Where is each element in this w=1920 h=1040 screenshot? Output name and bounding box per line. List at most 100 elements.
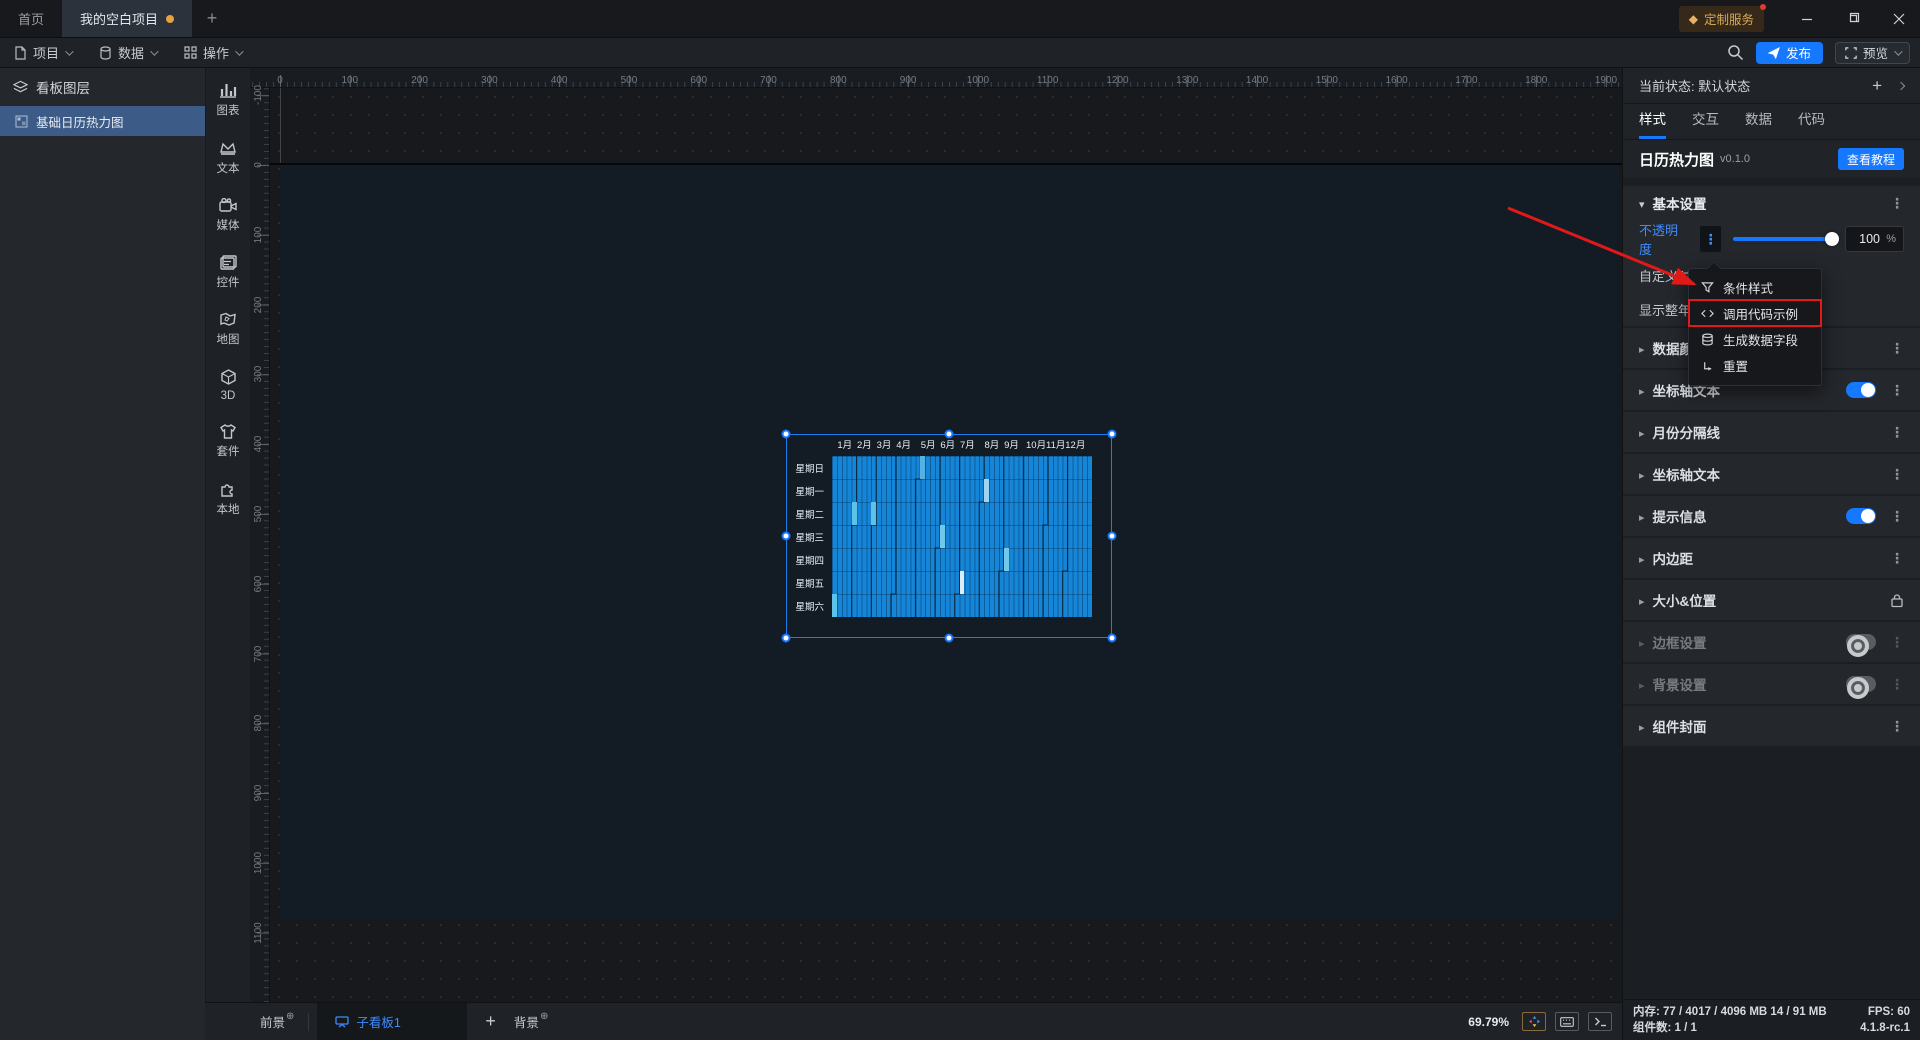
opacity-input[interactable]: 100 % — [1844, 226, 1904, 252]
minimize-button[interactable] — [1786, 0, 1828, 38]
settings-section-5[interactable]: 内边距 — [1623, 538, 1920, 578]
settings-section-9[interactable]: 组件封面 — [1623, 706, 1920, 746]
widget-charts[interactable]: 图表 — [217, 82, 240, 118]
settings-section-6[interactable]: 大小&位置 — [1623, 580, 1920, 620]
add-circle-icon[interactable] — [286, 1011, 294, 1022]
publish-button[interactable]: 发布 — [1755, 41, 1823, 64]
menu-item-code-example[interactable]: 调用代码示例 — [1688, 299, 1822, 327]
kebab-menu-icon[interactable] — [1890, 425, 1904, 439]
state-row: 当前状态: 默认状态 + — [1623, 68, 1920, 104]
menu-project[interactable]: 项目 — [0, 38, 85, 67]
search-icon[interactable] — [1727, 44, 1744, 61]
slider-thumb[interactable] — [1824, 232, 1839, 246]
widget-map[interactable]: 地图 — [217, 312, 240, 347]
toggle-switch[interactable] — [1846, 676, 1876, 699]
tab-interaction[interactable]: 交互 — [1692, 108, 1719, 139]
calendar-heatmap[interactable]: 1月 2月 3月 4月 5月 6月 7月 8月 9月 10月 11月 12月 星期日 星期一 星期二 星期三… — [781, 429, 1117, 643]
kebab-menu-icon[interactable] — [1890, 551, 1904, 565]
section-label: 大小&位置 — [1652, 594, 1717, 609]
widget-local[interactable]: 本地 — [217, 481, 240, 517]
settings-section-3[interactable]: 坐标轴文本 — [1623, 454, 1920, 494]
resize-handle-w[interactable] — [781, 531, 791, 541]
resize-handle-ne[interactable] — [1107, 429, 1117, 439]
tab-project[interactable]: 我的空白项目 — [62, 0, 193, 37]
resize-handle-nw[interactable] — [781, 429, 791, 439]
close-button[interactable] — [1878, 0, 1920, 38]
subboard-tab-active[interactable]: 子看板1 — [317, 1002, 468, 1040]
kebab-menu-icon[interactable] — [1890, 341, 1904, 355]
fullscreen-icon — [1845, 46, 1857, 59]
opacity-slider[interactable] — [1733, 232, 1839, 246]
ruler-label: 500 — [253, 505, 264, 523]
titlebar: 首页 我的空白项目 + 定制服务 — [0, 0, 1920, 38]
widget-kit[interactable]: 套件 — [217, 424, 240, 459]
settings-section-2[interactable]: 月份分隔线 — [1623, 412, 1920, 452]
resize-handle-n[interactable] — [944, 429, 954, 439]
foreground-tab[interactable]: 前景 — [260, 1012, 285, 1031]
menu-data[interactable]: 数据 — [85, 38, 170, 67]
kebab-menu-icon[interactable] — [1890, 635, 1904, 649]
settings-section-7[interactable]: 边框设置 — [1623, 622, 1920, 662]
chevron-down-icon — [1639, 196, 1645, 211]
restore-button[interactable] — [1832, 0, 1874, 38]
ruler-label: 700 — [253, 645, 264, 662]
resize-handle-s[interactable] — [944, 633, 954, 643]
console-button[interactable] — [1588, 1012, 1612, 1031]
widget-media[interactable]: 媒体 — [217, 198, 240, 233]
widget-label: 控件 — [216, 277, 240, 289]
shortcut-keyboard-button[interactable] — [1555, 1012, 1579, 1031]
ruler-label: 1700 — [1455, 75, 1478, 86]
resize-handle-e[interactable] — [1107, 531, 1117, 541]
basic-settings-header[interactable]: 基本设置 — [1623, 186, 1920, 220]
chevron-down-icon — [235, 46, 244, 56]
kebab-menu-icon[interactable] — [1890, 719, 1904, 733]
layer-item-calendar-heatmap[interactable]: 基础日历热力图 — [0, 106, 205, 136]
menu-item-generate-fields[interactable]: 生成数据字段 — [1689, 326, 1821, 352]
tab-home[interactable]: 首页 — [0, 0, 62, 37]
settings-sections: 数据颜色坐标轴文本月份分隔线坐标轴文本提示信息内边距大小&位置边框设置背景设置组… — [1623, 328, 1920, 748]
toggle-switch[interactable] — [1846, 508, 1876, 524]
background-tab[interactable]: 背景 — [514, 1012, 539, 1031]
kebab-menu-icon[interactable] — [1890, 196, 1904, 210]
view-tutorial-button[interactable]: 查看教程 — [1837, 148, 1904, 170]
add-board-button[interactable]: + — [485, 1011, 496, 1032]
opacity-kebab-button[interactable] — [1699, 226, 1722, 252]
widget-3d[interactable]: 3D — [220, 369, 237, 402]
menu-item-reset[interactable]: 重置 — [1689, 352, 1821, 378]
fit-screen-button[interactable] — [1522, 1012, 1546, 1031]
chevron-right-icon[interactable] — [1896, 81, 1906, 90]
resize-handle-sw[interactable] — [781, 633, 791, 643]
menu-actions[interactable]: 操作 — [170, 38, 255, 67]
widget-label: 文本 — [216, 163, 240, 175]
tab-code[interactable]: 代码 — [1798, 108, 1825, 139]
shirt-icon — [220, 424, 236, 439]
kebab-menu-icon — [1704, 232, 1718, 246]
custom-service-badge[interactable]: 定制服务 — [1678, 3, 1766, 32]
bar-chart-icon — [220, 84, 237, 98]
add-circle-icon[interactable] — [540, 1011, 548, 1022]
layers-panel-title: 看板图层 — [36, 81, 90, 96]
ruler-horizontal: 0 100 200 300 400 500 600 700 800 900 1000 1100 1200… — [250, 68, 1622, 88]
tab-style[interactable]: 样式 — [1639, 108, 1666, 139]
widget-text[interactable]: 文本 — [217, 140, 240, 176]
menu-item-conditional-style[interactable]: 条件样式 — [1689, 274, 1821, 300]
kebab-menu-icon[interactable] — [1890, 509, 1904, 523]
tab-data[interactable]: 数据 — [1745, 108, 1772, 139]
layers-panel: 看板图层 基础日历热力图 — [0, 68, 205, 1040]
kebab-menu-icon[interactable] — [1890, 383, 1904, 397]
kebab-menu-icon[interactable] — [1890, 677, 1904, 691]
widget-controls[interactable]: 控件 — [217, 255, 240, 290]
new-tab-button[interactable]: + — [192, 0, 232, 37]
add-state-button[interactable]: + — [1872, 76, 1882, 96]
settings-section-8[interactable]: 背景设置 — [1623, 664, 1920, 704]
resize-handle-se[interactable] — [1107, 633, 1117, 643]
preview-button[interactable]: 预览 — [1834, 41, 1910, 64]
toggle-switch[interactable] — [1846, 382, 1876, 398]
kebab-menu-icon[interactable] — [1890, 467, 1904, 481]
toggle-switch[interactable] — [1846, 634, 1876, 657]
divider — [308, 1012, 310, 1031]
canvas-viewport[interactable]: 1月 2月 3月 4月 5月 6月 7月 8月 9月 10月 11月 12月 星期日 星期一 星期二 星期三… — [270, 88, 1622, 1002]
settings-section-4[interactable]: 提示信息 — [1623, 496, 1920, 536]
lock-icon[interactable] — [1890, 593, 1904, 608]
ruler-label: 1600 — [1385, 75, 1408, 86]
